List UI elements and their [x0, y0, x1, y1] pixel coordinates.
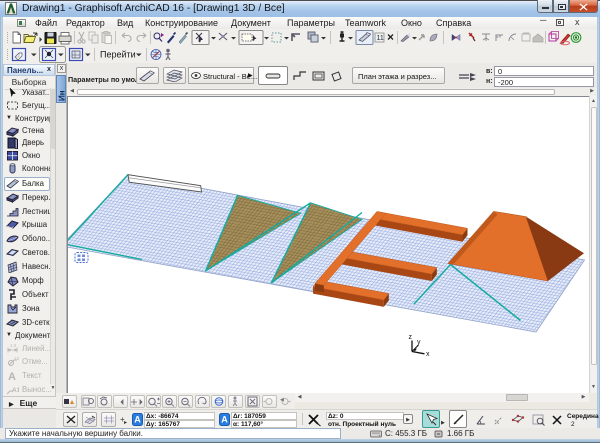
- svg-text:A1: A1: [12, 387, 19, 394]
- svg-text:y: y: [417, 339, 421, 346]
- svg-text:z: z: [409, 334, 413, 341]
- svg-text:11: 11: [377, 35, 384, 42]
- svg-text:A: A: [221, 415, 228, 425]
- svg-text:x: x: [426, 351, 430, 358]
- svg-text:12: 12: [14, 356, 19, 361]
- svg-text:A: A: [8, 371, 16, 382]
- svg-text:Перейти: Перейти: [100, 50, 136, 60]
- svg-text:A: A: [134, 415, 141, 425]
- svg-text:1.2: 1.2: [10, 343, 17, 348]
- svg-text:Ин: Ин: [58, 90, 67, 101]
